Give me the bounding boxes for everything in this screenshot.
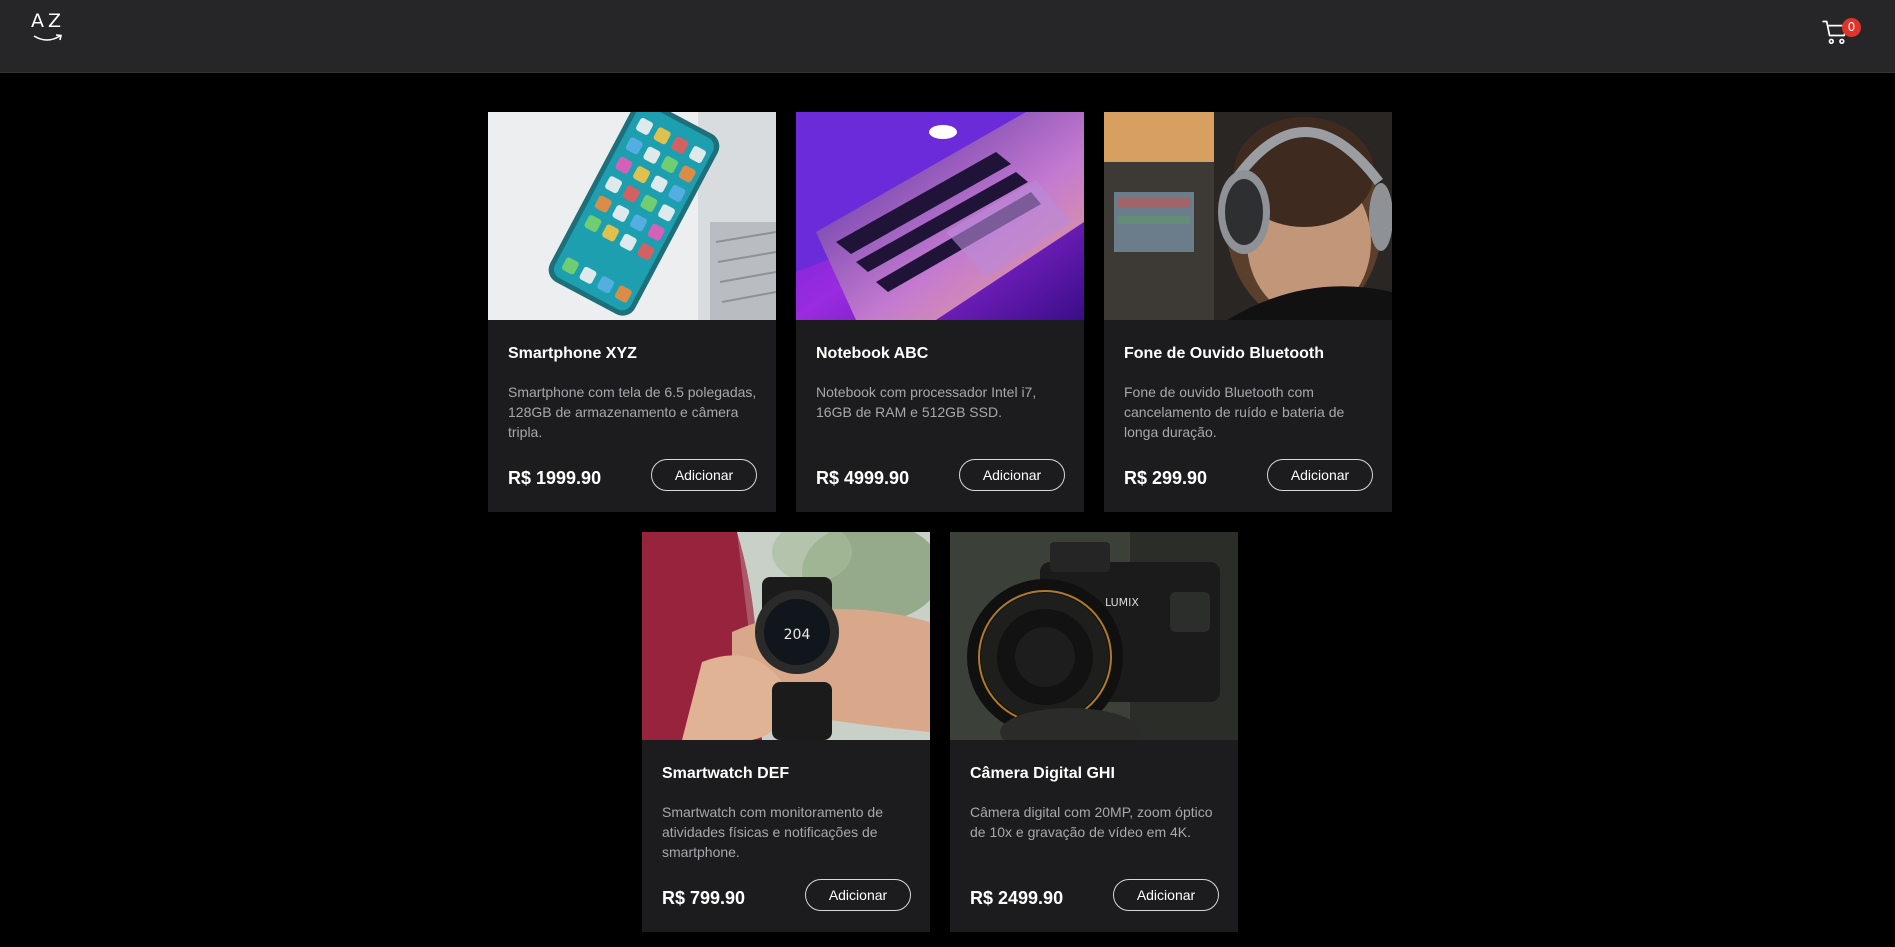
- add-to-cart-button[interactable]: Adicionar: [959, 459, 1065, 491]
- svg-text:204: 204: [784, 627, 811, 643]
- product-card: 204 Smartwatch DEF Smartwatch com monito…: [642, 532, 930, 932]
- svg-text:LUMIX: LUMIX: [1105, 596, 1139, 609]
- cart-button[interactable]: 0: [1820, 12, 1864, 52]
- product-image-smartwatch: 204: [642, 532, 930, 740]
- add-to-cart-button[interactable]: Adicionar: [1267, 459, 1373, 491]
- product-price: R$ 799.90: [662, 888, 746, 908]
- product-card: LUMIX Câmera Digital GHI Câmera digital …: [950, 532, 1238, 932]
- logo-text: AZ: [30, 10, 65, 32]
- product-image-smartphone: [488, 112, 776, 320]
- product-description: Fone de ouvido Bluetooth com cancelament…: [1124, 384, 1345, 440]
- product-description: Smartphone com tela de 6.5 polegadas, 12…: [508, 384, 757, 440]
- product-title: Smartphone XYZ: [508, 345, 637, 362]
- product-description: Câmera digital com 20MP, zoom óptico de …: [970, 804, 1213, 840]
- product-card: Smartphone XYZ Smartphone com tela de 6.…: [488, 112, 776, 512]
- add-to-cart-button[interactable]: Adicionar: [651, 459, 757, 491]
- product-image-camera: LUMIX: [950, 532, 1238, 740]
- product-description: Notebook com processador Intel i7, 16GB …: [816, 384, 1037, 420]
- add-to-cart-button[interactable]: Adicionar: [805, 879, 911, 911]
- product-price: R$ 1999.90: [508, 468, 602, 488]
- smile-arrow-icon: [33, 34, 62, 41]
- product-card: Notebook ABC Notebook com processador In…: [796, 112, 1084, 512]
- product-price: R$ 4999.90: [816, 468, 910, 488]
- product-image-notebook: [796, 112, 1084, 320]
- product-description: Smartwatch com monitoramento de atividad…: [662, 804, 883, 860]
- add-to-cart-button[interactable]: Adicionar: [1113, 879, 1219, 911]
- product-image-headphones: [1104, 112, 1392, 320]
- product-price: R$ 299.90: [1124, 468, 1208, 488]
- top-navbar: AZ 0: [0, 0, 1895, 73]
- product-title: Fone de Ouvido Bluetooth: [1124, 345, 1324, 362]
- page: AZ 0 Smartphone XYZ Smartphone com tela …: [0, 0, 1895, 947]
- cart-count-badge: 0: [1842, 18, 1861, 37]
- product-title: Smartwatch DEF: [662, 765, 790, 782]
- product-card: Fone de Ouvido Bluetooth Fone de ouvido …: [1104, 112, 1392, 512]
- logo[interactable]: AZ: [30, 10, 66, 50]
- product-title: Notebook ABC: [816, 345, 929, 362]
- product-price: R$ 2499.90: [970, 888, 1064, 908]
- product-title: Câmera Digital GHI: [970, 765, 1115, 782]
